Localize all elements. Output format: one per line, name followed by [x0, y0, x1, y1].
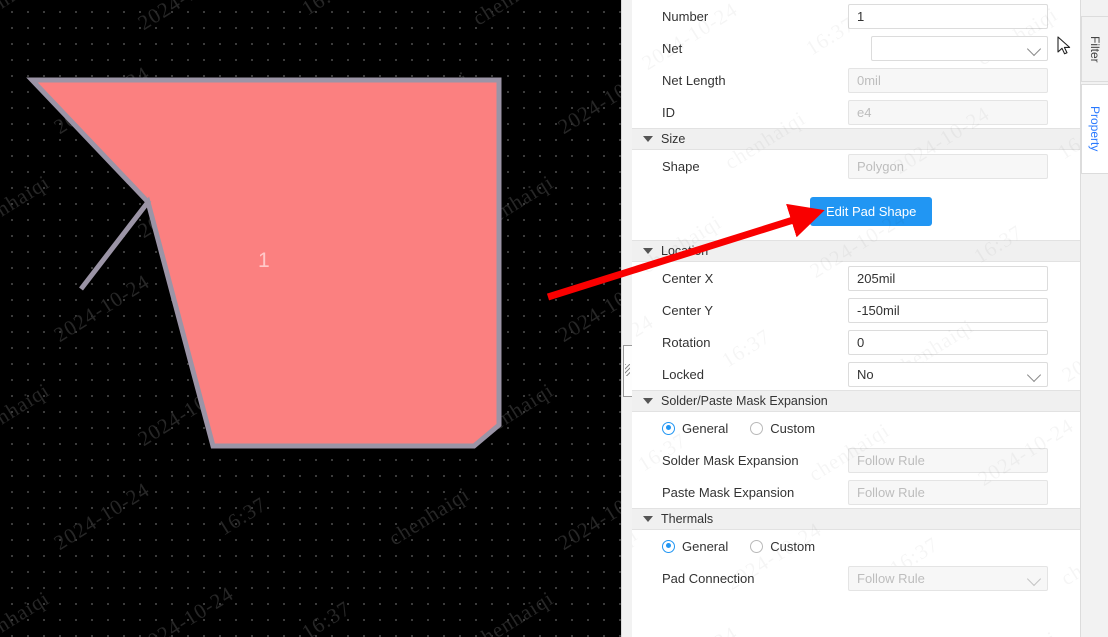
pcb-pad-editor: chenhaiqi2024-10-2416:37chenhaiqi2024-10… — [0, 0, 1108, 637]
net-length-input: 0mil — [848, 67, 1048, 93]
tab-filter[interactable]: Filter — [1081, 16, 1108, 82]
field-row-net: Net — [632, 32, 1080, 64]
scrollbar-thumb[interactable] — [623, 345, 632, 397]
radio-unselected-icon — [750, 421, 764, 435]
watermark-text: chenhaiqi — [972, 626, 1062, 637]
label-pad-connection: Pad Connection — [662, 570, 755, 586]
field-row-center-x: Center X 205mil — [632, 262, 1080, 294]
field-row-id: ID e4 — [632, 96, 1080, 128]
label-paste-mask-expansion: Paste Mask Expansion — [662, 484, 795, 500]
section-header-thermals[interactable]: Thermals — [632, 508, 1080, 530]
label-net: Net — [662, 40, 683, 56]
solder-paste-custom-label: Custom — [770, 420, 816, 436]
solder-paste-general-radio[interactable]: General — [662, 421, 728, 436]
field-row-number: Number 1 — [632, 0, 1080, 32]
chevron-down-icon — [1026, 571, 1042, 586]
caret-down-icon — [643, 248, 653, 254]
section-title-solder-paste: Solder/Paste Mask Expansion — [661, 394, 828, 408]
center-y-input[interactable]: -150mil — [848, 297, 1048, 323]
field-row-net-length: Net Length 0mil — [632, 64, 1080, 96]
id-input: e4 — [848, 99, 1048, 125]
solder-paste-general-label: General — [682, 420, 729, 436]
field-row-center-y: Center Y -150mil — [632, 294, 1080, 326]
solder-mask-expansion-input: Follow Rule — [848, 447, 1048, 473]
rotation-input[interactable]: 0 — [848, 329, 1048, 355]
right-tab-rail: Filter Property — [1080, 0, 1108, 637]
label-shape: Shape — [662, 158, 700, 174]
label-center-x: Center X — [662, 270, 714, 286]
pcb-canvas[interactable]: chenhaiqi2024-10-2416:37chenhaiqi2024-10… — [0, 0, 632, 637]
number-input[interactable]: 1 — [848, 3, 1048, 29]
caret-down-icon — [643, 136, 653, 142]
thermals-custom-label: Custom — [770, 538, 816, 554]
center-x-input[interactable]: 205mil — [848, 265, 1048, 291]
radio-unselected-icon — [750, 539, 764, 553]
thermals-custom-radio[interactable]: Custom — [750, 539, 815, 554]
label-locked: Locked — [662, 366, 704, 382]
tab-property[interactable]: Property — [1081, 84, 1108, 174]
label-center-y: Center Y — [662, 302, 714, 318]
watermark-text: 2024-10-24 — [638, 621, 743, 637]
polygon-pad-shape[interactable] — [0, 0, 632, 637]
scrollbar-grip-icon — [625, 364, 630, 376]
tab-filter-label: Filter — [1088, 35, 1102, 63]
chevron-down-icon — [1026, 367, 1042, 382]
section-header-solder-paste-mask-expansion[interactable]: Solder/Paste Mask Expansion — [632, 390, 1080, 412]
field-row-rotation: Rotation 0 — [632, 326, 1080, 358]
property-panel: chenhaiqi2024-10-2416:37chenhaiqi2024-10… — [632, 0, 1080, 637]
thermals-general-label: General — [682, 538, 729, 554]
field-row-paste-mask-expansion: Paste Mask Expansion Follow Rule — [632, 476, 1080, 508]
shape-input: Polygon — [848, 153, 1048, 179]
net-select[interactable] — [871, 35, 1048, 61]
caret-down-icon — [643, 516, 653, 522]
solder-paste-custom-radio[interactable]: Custom — [750, 421, 815, 436]
mouse-cursor-icon — [1057, 36, 1071, 55]
thermals-mode-group: General Custom — [632, 530, 1080, 562]
field-row-locked: Locked No — [632, 358, 1080, 390]
radio-selected-icon — [662, 421, 675, 435]
thermals-general-radio[interactable]: General — [662, 539, 728, 554]
label-id: ID — [662, 104, 675, 120]
field-row-shape: Shape Polygon — [632, 150, 1080, 182]
edit-pad-shape-button[interactable]: Edit Pad Shape — [810, 196, 933, 226]
solder-paste-mode-group: General Custom — [632, 412, 1080, 444]
label-net-length: Net Length — [662, 72, 726, 88]
label-solder-mask-expansion: Solder Mask Expansion — [662, 452, 799, 468]
pad-connection-select: Follow Rule — [848, 565, 1048, 591]
section-header-location[interactable]: Location — [632, 240, 1080, 262]
chevron-down-icon — [1026, 41, 1042, 56]
section-title-thermals: Thermals — [661, 512, 714, 526]
edit-pad-shape-row: Edit Pad Shape — [632, 182, 1080, 240]
caret-down-icon — [643, 398, 653, 404]
tab-property-label: Property — [1088, 106, 1102, 152]
field-row-pad-connection: Pad Connection Follow Rule — [632, 562, 1080, 594]
locked-select[interactable]: No — [848, 361, 1048, 387]
section-header-size[interactable]: Size — [632, 128, 1080, 150]
radio-selected-icon — [662, 539, 675, 553]
label-rotation: Rotation — [662, 334, 711, 350]
section-title-location: Location — [661, 244, 709, 258]
label-number: Number — [662, 8, 709, 24]
section-title-size: Size — [661, 132, 686, 146]
pad-number-label: 1 — [258, 249, 270, 272]
canvas-vertical-scrollbar[interactable] — [621, 0, 632, 637]
field-row-solder-mask-expansion: Solder Mask Expansion Follow Rule — [632, 444, 1080, 476]
paste-mask-expansion-input: Follow Rule — [848, 479, 1048, 505]
